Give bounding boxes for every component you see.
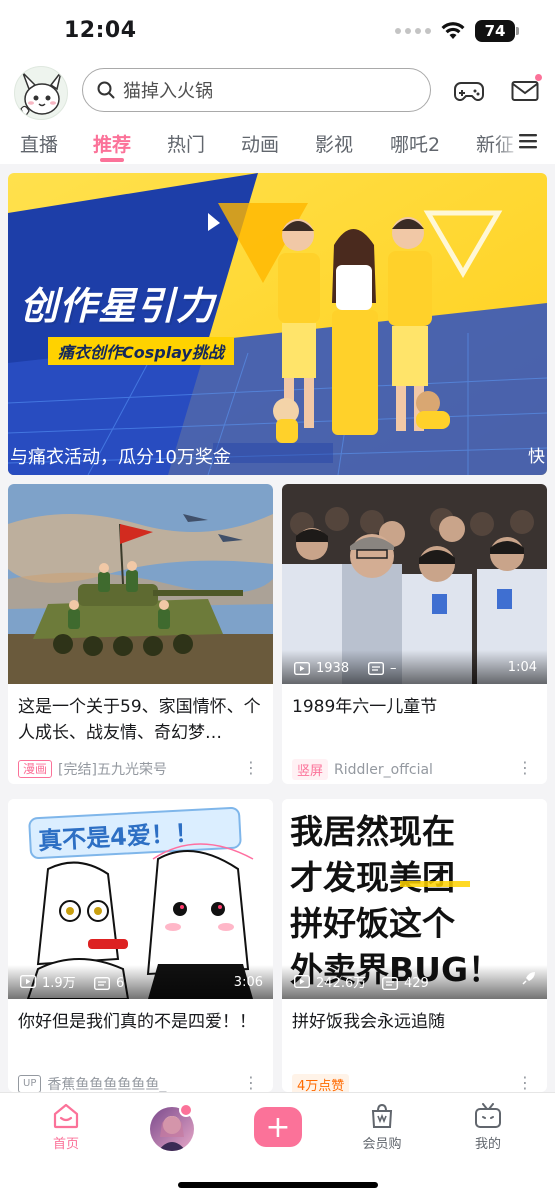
card-author: Riddler_offcial xyxy=(334,761,433,778)
play-count-icon xyxy=(294,975,310,988)
view-count: 242.6万 xyxy=(294,972,366,991)
card-author: [完结]五九光荣号 xyxy=(58,762,167,778)
danmaku-icon xyxy=(382,977,398,990)
home-icon xyxy=(53,1103,79,1129)
search-bar[interactable]: 猫掉入火锅 xyxy=(82,68,431,112)
tab-nezha2[interactable]: 哪吒2 xyxy=(390,130,440,157)
notification-dot xyxy=(535,74,542,81)
card-thumbnail xyxy=(8,484,273,684)
more-options-icon[interactable]: ⋮ xyxy=(243,1074,259,1092)
more-options-icon[interactable]: ⋮ xyxy=(517,1074,533,1092)
highlight-mark xyxy=(400,881,470,887)
comment-count: 429 xyxy=(382,976,429,991)
tank-illustration xyxy=(8,484,273,684)
live-badge-icon xyxy=(179,1103,193,1117)
wifi-icon xyxy=(441,22,465,39)
card-title: 你好但是我们真的不是四爱！！ xyxy=(18,1012,256,1032)
banner-side-text: 快 xyxy=(528,447,545,467)
avatar-illustration xyxy=(20,71,62,119)
status-indicators: 74 xyxy=(395,20,519,42)
up-badge: UP xyxy=(18,1075,42,1092)
card-meta: 竖屏 Riddler_offcial xyxy=(292,759,433,780)
video-duration: 1:04 xyxy=(507,660,537,675)
rocket-icon xyxy=(521,970,537,990)
video-card[interactable]: 我居然现在 才发现美团 拼好饭这个 外卖界BUG！ 242.6万 429 拼好饭… xyxy=(282,799,547,1092)
video-card[interactable]: 1938 – 1:04 1989年六一儿童节 竖屏 Riddler_offcia… xyxy=(282,484,547,784)
nav-home[interactable]: 首页 xyxy=(26,1103,106,1152)
comment-count: – xyxy=(368,661,397,676)
view-count: 1938 xyxy=(294,661,349,676)
tv-icon xyxy=(475,1103,501,1128)
search-icon xyxy=(97,81,115,99)
nav-mall[interactable]: 会员购 xyxy=(342,1103,422,1152)
card-author: 香蕉鱼鱼鱼鱼鱼鱼_ xyxy=(47,1077,167,1092)
card-tag: 竖屏 xyxy=(292,759,329,780)
card-stats-overlay: 1.9万 6 3:06 xyxy=(8,965,273,999)
view-count: 1.9万 xyxy=(20,972,76,991)
card-thumbnail: 1938 – 1:04 xyxy=(282,484,547,684)
card-meta: 4万点赞 xyxy=(292,1074,350,1092)
card-title: 这是一个关于59、家国情怀、个人成长、战友情、奇幻梦… xyxy=(18,697,261,743)
more-options-icon[interactable]: ⋮ xyxy=(243,759,259,777)
tab-hot[interactable]: 热门 xyxy=(167,130,205,157)
nav-mine[interactable]: 我的 xyxy=(448,1103,528,1152)
nav-live-avatar[interactable] xyxy=(132,1103,212,1151)
mail-icon xyxy=(511,81,539,101)
video-card[interactable]: 真不是4爱！！ 1.9万 6 3:06 你好但是我们真的不是四爱！！ UP 香蕉… xyxy=(8,799,273,1092)
card-stats-overlay: 242.6万 429 xyxy=(282,965,547,999)
play-count-icon xyxy=(20,975,36,988)
banner-caption: 与痛衣活动，瓜分10万奖金 xyxy=(10,447,231,468)
messages-button[interactable] xyxy=(508,74,542,108)
tabs-menu-button[interactable] xyxy=(519,133,537,153)
banner-subheadline: 痛衣创作Cosplay挑战 xyxy=(48,337,234,365)
card-thumbnail: 真不是4爱！！ 1.9万 6 3:06 xyxy=(8,799,273,999)
bottom-navigation: 首页 + 会员购 我的 xyxy=(0,1092,555,1200)
comment-count: 6 xyxy=(94,976,124,991)
top-header: 猫掉入火锅 xyxy=(0,62,555,120)
home-indicator xyxy=(178,1182,378,1188)
status-bar: 12:04 74 xyxy=(0,0,555,62)
more-options-icon[interactable]: ⋮ xyxy=(517,759,533,777)
card-title: 拼好饭我会永远追随 xyxy=(292,1012,445,1032)
shopping-bag-icon xyxy=(371,1103,393,1128)
banner-headline: 创作星引力 xyxy=(20,284,216,328)
danmaku-icon xyxy=(94,977,110,990)
search-placeholder: 猫掉入火锅 xyxy=(123,81,213,102)
card-thumbnail: 我居然现在 才发现美团 拼好饭这个 外卖界BUG！ 242.6万 429 xyxy=(282,799,547,999)
game-center-button[interactable] xyxy=(452,74,486,108)
active-tab-indicator xyxy=(100,158,124,162)
card-title: 1989年六一儿童节 xyxy=(292,697,438,717)
category-tabs: 直播 推荐 热门 动画 影视 哪吒2 新征 xyxy=(0,120,555,164)
status-time: 12:04 xyxy=(64,18,137,43)
menu-icon xyxy=(519,134,537,149)
card-stats-overlay: 1938 – 1:04 xyxy=(282,650,547,684)
play-count-icon xyxy=(294,662,310,675)
publish-button[interactable]: + xyxy=(254,1107,302,1147)
tab-live[interactable]: 直播 xyxy=(20,130,58,157)
video-card[interactable]: 这是一个关于59、家国情怀、个人成长、战友情、奇幻梦… 漫画 [完结]五九光荣号… xyxy=(8,484,273,784)
card-tag: 漫画 xyxy=(18,760,53,778)
tab-recommended[interactable]: 推荐 xyxy=(93,130,131,157)
card-meta: 漫画 [完结]五九光荣号 xyxy=(18,759,167,779)
gamepad-icon xyxy=(454,82,484,101)
signal-icon xyxy=(395,28,431,34)
video-duration: 3:06 xyxy=(233,975,263,990)
tab-anime[interactable]: 动画 xyxy=(241,130,279,157)
card-meta: UP 香蕉鱼鱼鱼鱼鱼鱼_ xyxy=(18,1074,166,1092)
user-avatar[interactable] xyxy=(14,66,68,120)
promo-banner[interactable]: 创作星引力 痛衣创作Cosplay挑战 与痛衣活动，瓜分10万奖金 快 xyxy=(8,173,547,475)
danmaku-icon xyxy=(368,662,384,675)
tab-film[interactable]: 影视 xyxy=(315,130,353,157)
likes-badge: 4万点赞 xyxy=(292,1074,350,1092)
battery-indicator: 74 xyxy=(475,20,519,42)
